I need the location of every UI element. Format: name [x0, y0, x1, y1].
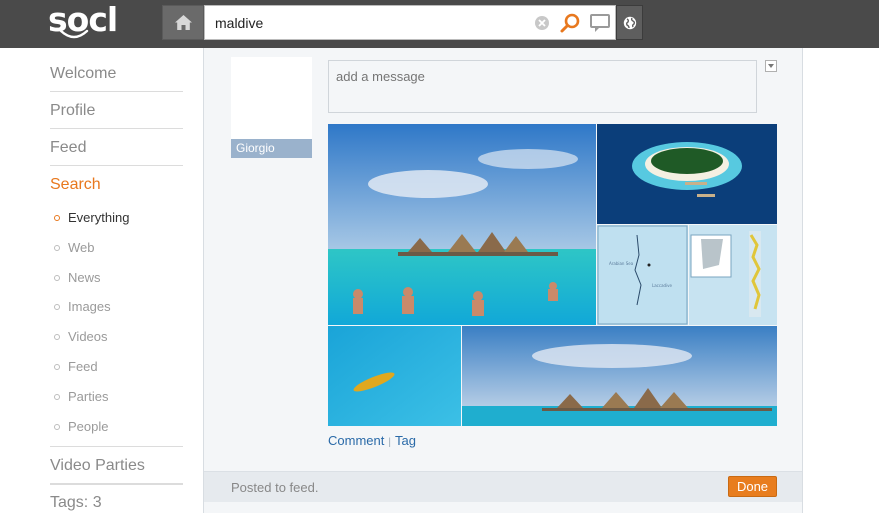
sub-item-label: Parties [68, 388, 109, 404]
globe-icon [623, 16, 637, 30]
bullet-icon [54, 215, 60, 221]
sub-item-parties[interactable]: Parties [50, 382, 183, 412]
sub-item-web[interactable]: Web [50, 233, 183, 263]
sub-item-videos[interactable]: Videos [50, 322, 183, 352]
comment-icon[interactable] [589, 13, 611, 33]
bullet-icon [54, 363, 60, 370]
photo-huts-water[interactable] [462, 326, 777, 426]
photo-beach-swimmers[interactable] [328, 124, 596, 325]
author-name: Giorgio [231, 139, 312, 158]
nav-tags[interactable]: Tags: 3 [50, 484, 183, 524]
bullet-icon [54, 274, 60, 281]
nav-welcome[interactable]: Welcome [50, 55, 183, 92]
sub-item-label: People [68, 418, 109, 434]
bullet-icon [54, 244, 60, 251]
message-input[interactable] [328, 60, 757, 113]
sub-item-news[interactable]: News [50, 263, 183, 293]
home-icon [175, 15, 192, 30]
sub-item-label: News [68, 269, 101, 285]
sub-item-everything[interactable]: Everything [50, 203, 183, 233]
photo-island-aerial[interactable] [597, 124, 777, 224]
nav-search[interactable]: Search [50, 166, 183, 203]
post-composer: Giorgio add a message Arabian Sea Laccad… [203, 48, 803, 513]
sidebar: Welcome Profile Feed Search Everything W… [50, 55, 183, 524]
bullet-icon [54, 393, 60, 400]
search-sub-list: Everything Web News Images Videos Feed P… [50, 203, 183, 441]
photo-map[interactable]: Arabian Sea Laccadive [597, 225, 688, 325]
status-text: Posted to feed. [231, 480, 319, 495]
chevron-down-icon[interactable] [765, 60, 777, 72]
sub-item-label: Everything [68, 210, 130, 225]
sub-item-images[interactable]: Images [50, 292, 183, 322]
search-box [204, 5, 616, 40]
nav-profile[interactable]: Profile [50, 92, 183, 129]
photo-kayak[interactable] [328, 326, 461, 426]
done-button[interactable]: Done [728, 476, 777, 497]
sub-item-label: Images [68, 299, 111, 315]
sub-item-feed[interactable]: Feed [50, 352, 183, 382]
svg-text:Laccadive: Laccadive [652, 283, 673, 288]
top-bar: socl [0, 0, 879, 48]
globe-button[interactable] [616, 5, 643, 40]
action-separator: | [388, 437, 391, 448]
logo-smile-icon [59, 29, 89, 39]
nav-feed[interactable]: Feed [50, 129, 183, 166]
comment-link[interactable]: Comment [328, 433, 384, 448]
search-input[interactable] [215, 12, 515, 34]
avatar[interactable]: Giorgio [231, 57, 312, 158]
bullet-icon [54, 334, 60, 341]
sub-item-label: Videos [68, 329, 108, 345]
photo-map-detail[interactable] [689, 225, 777, 325]
bullet-icon [54, 423, 60, 430]
post-footer: Posted to feed. Done [204, 471, 802, 502]
nav-video-parties[interactable]: Video Parties [50, 447, 183, 485]
sub-item-people[interactable]: People [50, 412, 183, 442]
bullet-icon [54, 304, 60, 311]
post-actions: Comment | Tag [328, 433, 416, 448]
home-button[interactable] [162, 5, 204, 40]
svg-text:Arabian Sea: Arabian Sea [609, 261, 634, 266]
clear-icon[interactable] [534, 15, 550, 31]
tag-link[interactable]: Tag [395, 433, 416, 448]
sub-item-label: Web [68, 239, 95, 255]
sub-item-label: Feed [68, 358, 98, 374]
socl-logo[interactable]: socl [48, 2, 118, 44]
search-icon[interactable] [559, 12, 581, 34]
